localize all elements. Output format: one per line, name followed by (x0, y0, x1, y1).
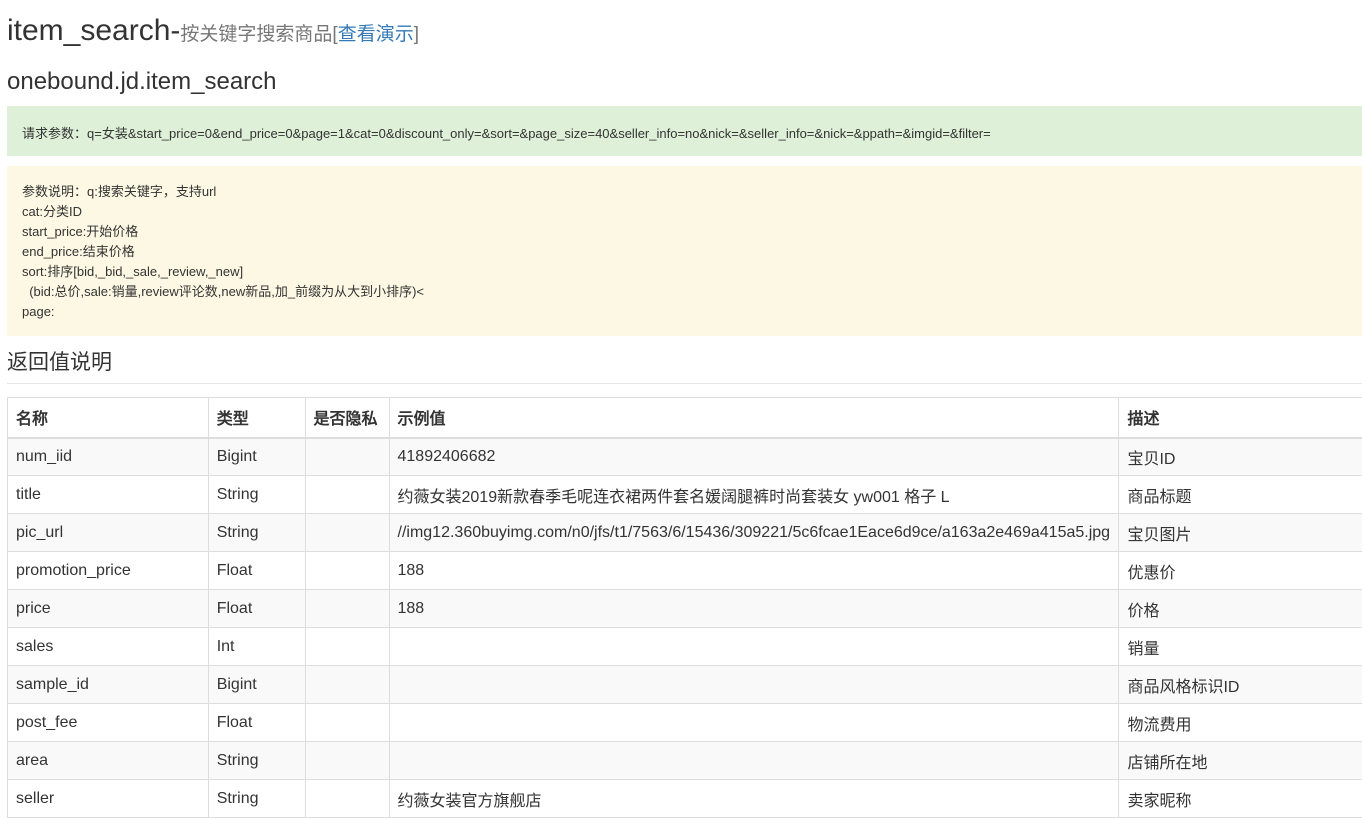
cell-example: //img12.360buyimg.com/n0/jfs/t1/7563/6/1… (388, 513, 1120, 552)
cell-type: String (207, 741, 306, 780)
title-sub: 按关键字搜索商品[ (180, 24, 338, 45)
cell-private (304, 589, 390, 628)
request-params-text: 请求参数：q=女装&start_price=0&end_price=0&page… (22, 126, 991, 141)
table-row: title String 约薇女装2019新款春季毛呢连衣裙两件套名媛阔腿裤时尚套装… (7, 475, 1362, 514)
return-values-heading: 返回值说明 (7, 346, 1362, 384)
cell-description: 宝贝图片 (1118, 513, 1362, 552)
cell-name: num_iid (7, 437, 209, 476)
cell-name: promotion_price (7, 551, 209, 590)
table-row: sales Int 销量 (7, 627, 1362, 666)
cell-description: 商品标题 (1118, 475, 1362, 514)
column-header-name: 名称 (7, 397, 209, 439)
cell-name: post_fee (7, 703, 209, 742)
cell-private (304, 437, 390, 476)
cell-example (388, 627, 1120, 666)
request-params-box: 请求参数：q=女装&start_price=0&end_price=0&page… (7, 106, 1362, 156)
param-line: sort:排序[bid,_bid,_sale,_review,_new] (22, 264, 244, 279)
column-header-type: 类型 (207, 397, 306, 439)
cell-private (304, 475, 390, 514)
table-row: area String 店铺所在地 (7, 741, 1362, 780)
cell-private (304, 627, 390, 666)
param-line: page: (22, 304, 55, 319)
column-header-example: 示例值 (388, 397, 1120, 439)
cell-example: 约薇女装官方旗舰店 (388, 779, 1120, 818)
cell-example (388, 703, 1120, 742)
cell-name: pic_url (7, 513, 209, 552)
cell-description: 卖家昵称 (1118, 779, 1362, 818)
param-line: cat:分类ID (22, 204, 82, 219)
page-title: item_search-按关键字搜索商品[查看演示] (7, 14, 419, 48)
cell-description: 宝贝ID (1118, 437, 1362, 476)
cell-example: 188 (388, 589, 1120, 628)
param-description-box: 参数说明：q:搜索关键字，支持url cat:分类ID start_price:… (7, 166, 1362, 336)
cell-example (388, 665, 1120, 704)
table-row: num_iid Bigint 41892406682 宝贝ID (7, 437, 1362, 476)
cell-type: Float (207, 551, 306, 590)
cell-private (304, 665, 390, 704)
title-close: ] (413, 24, 419, 45)
cell-private (304, 551, 390, 590)
cell-description: 销量 (1118, 627, 1362, 666)
column-header-description: 描述 (1118, 397, 1362, 439)
param-line: 参数说明：q:搜索关键字，支持url (22, 184, 217, 199)
table-row: price Float 188 价格 (7, 589, 1362, 628)
cell-name: seller (7, 779, 209, 818)
table-row: sample_id Bigint 商品风格标识ID (7, 665, 1362, 704)
cell-private (304, 741, 390, 780)
table-row: promotion_price Float 188 优惠价 (7, 551, 1362, 590)
return-values-table: 名称 类型 是否隐私 示例值 描述 num_iid Bigint 418924066… (7, 397, 1362, 818)
cell-name: sales (7, 627, 209, 666)
cell-private (304, 513, 390, 552)
cell-type: String (207, 779, 306, 818)
cell-type: Float (207, 703, 306, 742)
cell-type: String (207, 513, 306, 552)
cell-description: 商品风格标识ID (1118, 665, 1362, 704)
cell-type: Bigint (207, 437, 306, 476)
cell-example: 41892406682 (388, 437, 1120, 476)
param-line: start_price:开始价格 (22, 224, 139, 239)
table-body: num_iid Bigint 41892406682 宝贝ID title String 约… (7, 437, 1362, 818)
cell-type: Bigint (207, 665, 306, 704)
cell-example (388, 741, 1120, 780)
cell-name: sample_id (7, 665, 209, 704)
cell-example: 约薇女装2019新款春季毛呢连衣裙两件套名媛阔腿裤时尚套装女 yw001 格子 … (388, 475, 1120, 514)
table-row: seller String 约薇女装官方旗舰店 卖家昵称 (7, 779, 1362, 818)
cell-example: 188 (388, 551, 1120, 590)
cell-type: String (207, 475, 306, 514)
table-row: post_fee Float 物流费用 (7, 703, 1362, 742)
param-line: end_price:结束价格 (22, 244, 135, 259)
table-header-row: 名称 类型 是否隐私 示例值 描述 (7, 397, 1362, 439)
cell-description: 物流费用 (1118, 703, 1362, 742)
cell-private (304, 703, 390, 742)
table-row: pic_url String //img12.360buyimg.com/n0/jf… (7, 513, 1362, 552)
cell-type: Int (207, 627, 306, 666)
cell-name: title (7, 475, 209, 514)
title-main: item_search- (7, 14, 181, 47)
cell-name: area (7, 741, 209, 780)
cell-description: 店铺所在地 (1118, 741, 1362, 780)
cell-name: price (7, 589, 209, 628)
cell-private (304, 779, 390, 818)
cell-description: 优惠价 (1118, 551, 1362, 590)
param-line: (bid:总价,sale:销量,review评论数,new新品,加_前缀为从大到… (22, 284, 424, 299)
column-header-private: 是否隐私 (304, 397, 390, 439)
api-name: onebound.jd.item_search (7, 68, 277, 95)
cell-type: Float (207, 589, 306, 628)
cell-description: 价格 (1118, 589, 1362, 628)
demo-link[interactable]: 查看演示 (338, 24, 414, 45)
